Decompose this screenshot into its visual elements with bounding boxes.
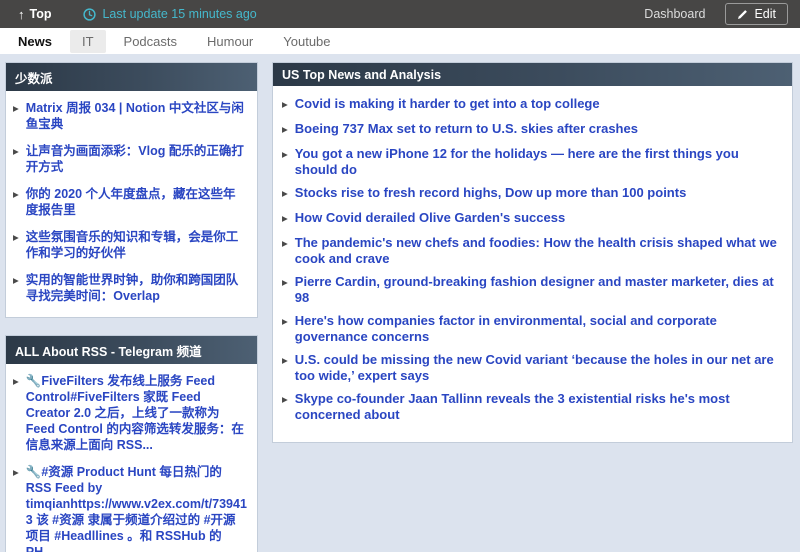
edit-button-label: Edit	[754, 7, 776, 21]
scroll-to-top-button[interactable]: ↑ Top	[18, 7, 51, 21]
feed-panel-allaboutrss: ALL About RSS - Telegram 频道 ▶ 🔧FiveFilte…	[5, 335, 258, 552]
last-update-text: Last update 15 minutes ago	[102, 7, 256, 21]
item-arrow-icon: ▶	[282, 186, 288, 202]
article-link[interactable]: The pandemic's new chefs and foodies: Ho…	[295, 235, 780, 266]
panel-title: ALL About RSS - Telegram 频道	[6, 336, 257, 364]
item-arrow-icon: ▶	[282, 97, 288, 113]
top-bar: ↑ Top Last update 15 minutes ago Dashboa…	[0, 0, 800, 28]
dashboard-content: 少数派 ▶ Matrix 周报 034 | Notion 中文社区与闲鱼宝典 ▶…	[0, 54, 800, 552]
item-arrow-icon: ▶	[282, 236, 288, 252]
item-arrow-icon: ▶	[282, 392, 288, 408]
item-arrow-icon: ▶	[282, 147, 288, 163]
feed-item: ▶ The pandemic's new chefs and foodies: …	[282, 235, 780, 266]
feed-item: ▶ 你的 2020 个人年度盘点，藏在这些年度报告里	[13, 186, 248, 218]
article-link[interactable]: How Covid derailed Olive Garden's succes…	[295, 210, 565, 226]
clock-icon	[83, 8, 96, 21]
item-arrow-icon: ▶	[13, 187, 19, 203]
feed-item: ▶ Covid is making it harder to get into …	[282, 96, 780, 113]
feed-item: ▶ 让声音为画面添彩：Vlog 配乐的正确打开方式	[13, 143, 248, 175]
feed-item: ▶ 这些氛围音乐的知识和专辑，会是你工作和学习的好伙伴	[13, 229, 248, 261]
article-link[interactable]: You got a new iPhone 12 for the holidays…	[295, 146, 780, 177]
feed-item: ▶ Boeing 737 Max set to return to U.S. s…	[282, 121, 780, 138]
article-link[interactable]: 让声音为画面添彩：Vlog 配乐的正确打开方式	[26, 143, 248, 175]
item-arrow-icon: ▶	[13, 374, 19, 390]
feed-item: ▶ 实用的智能世界时钟，助你和跨国团队寻找完美时间：Overlap	[13, 272, 248, 304]
feed-item: ▶ How Covid derailed Olive Garden's succ…	[282, 210, 780, 227]
feed-item: ▶ 🔧FiveFilters 发布线上服务 Feed Control#FiveF…	[13, 373, 248, 453]
article-link[interactable]: 实用的智能世界时钟，助你和跨国团队寻找完美时间：Overlap	[26, 272, 248, 304]
item-arrow-icon: ▶	[282, 314, 288, 330]
top-button-label: Top	[30, 7, 52, 21]
item-arrow-icon: ▶	[13, 144, 19, 160]
item-arrow-icon: ▶	[282, 211, 288, 227]
panel-title: 少数派	[6, 63, 257, 91]
article-link[interactable]: 这些氛围音乐的知识和专辑，会是你工作和学习的好伙伴	[26, 229, 248, 261]
feed-item: ▶ 🔧#资源 Product Hunt 每日热门的 RSS Feed by ti…	[13, 464, 248, 552]
left-column: 少数派 ▶ Matrix 周报 034 | Notion 中文社区与闲鱼宝典 ▶…	[5, 62, 258, 552]
tab-it[interactable]: IT	[70, 30, 106, 53]
feed-item: ▶ You got a new iPhone 12 for the holida…	[282, 146, 780, 177]
article-link[interactable]: Stocks rise to fresh record highs, Dow u…	[295, 185, 687, 201]
article-link[interactable]: U.S. could be missing the new Covid vari…	[295, 352, 780, 383]
article-link[interactable]: Boeing 737 Max set to return to U.S. ski…	[295, 121, 638, 137]
feed-item: ▶ U.S. could be missing the new Covid va…	[282, 352, 780, 383]
feed-panel-usnews: US Top News and Analysis ▶ Covid is maki…	[272, 62, 793, 443]
tab-humour[interactable]: Humour	[195, 30, 265, 53]
item-arrow-icon: ▶	[13, 273, 19, 289]
item-arrow-icon: ▶	[282, 122, 288, 138]
article-link[interactable]: 🔧#资源 Product Hunt 每日热门的 RSS Feed by timq…	[26, 464, 248, 552]
item-arrow-icon: ▶	[13, 465, 19, 481]
panel-items: ▶ 🔧FiveFilters 发布线上服务 Feed Control#FiveF…	[6, 364, 257, 552]
article-link[interactable]: 🔧FiveFilters 发布线上服务 Feed Control#FiveFil…	[26, 373, 248, 453]
item-arrow-icon: ▶	[13, 230, 19, 246]
tab-podcasts[interactable]: Podcasts	[112, 30, 189, 53]
feed-item: ▶ Here's how companies factor in environ…	[282, 313, 780, 344]
item-arrow-icon: ▶	[282, 275, 288, 291]
article-link[interactable]: 你的 2020 个人年度盘点，藏在这些年度报告里	[26, 186, 248, 218]
panel-title: US Top News and Analysis	[273, 63, 792, 86]
pencil-icon	[737, 9, 748, 20]
dashboard-label[interactable]: Dashboard	[644, 7, 705, 21]
panel-items: ▶ Matrix 周报 034 | Notion 中文社区与闲鱼宝典 ▶ 让声音…	[6, 91, 257, 317]
article-link[interactable]: Matrix 周报 034 | Notion 中文社区与闲鱼宝典	[26, 100, 248, 132]
category-tabbar: News IT Podcasts Humour Youtube	[0, 28, 800, 54]
feed-item: ▶ Matrix 周报 034 | Notion 中文社区与闲鱼宝典	[13, 100, 248, 132]
item-arrow-icon: ▶	[282, 353, 288, 369]
item-arrow-icon: ▶	[13, 101, 19, 117]
feed-panel-sspai: 少数派 ▶ Matrix 周报 034 | Notion 中文社区与闲鱼宝典 ▶…	[5, 62, 258, 318]
article-link[interactable]: Covid is making it harder to get into a …	[295, 96, 600, 112]
last-update-status: Last update 15 minutes ago	[83, 7, 256, 21]
article-link[interactable]: Pierre Cardin, ground-breaking fashion d…	[295, 274, 780, 305]
tab-news[interactable]: News	[6, 30, 64, 53]
feed-item: ▶ Stocks rise to fresh record highs, Dow…	[282, 185, 780, 202]
article-link[interactable]: Skype co-founder Jaan Tallinn reveals th…	[295, 391, 780, 422]
panel-items: ▶ Covid is making it harder to get into …	[273, 86, 792, 442]
right-column: US Top News and Analysis ▶ Covid is maki…	[272, 62, 793, 443]
up-arrow-icon: ↑	[18, 8, 25, 21]
feed-item: ▶ Pierre Cardin, ground-breaking fashion…	[282, 274, 780, 305]
article-link[interactable]: Here's how companies factor in environme…	[295, 313, 780, 344]
feed-item: ▶ Skype co-founder Jaan Tallinn reveals …	[282, 391, 780, 422]
tab-youtube[interactable]: Youtube	[271, 30, 342, 53]
edit-button[interactable]: Edit	[725, 3, 788, 25]
